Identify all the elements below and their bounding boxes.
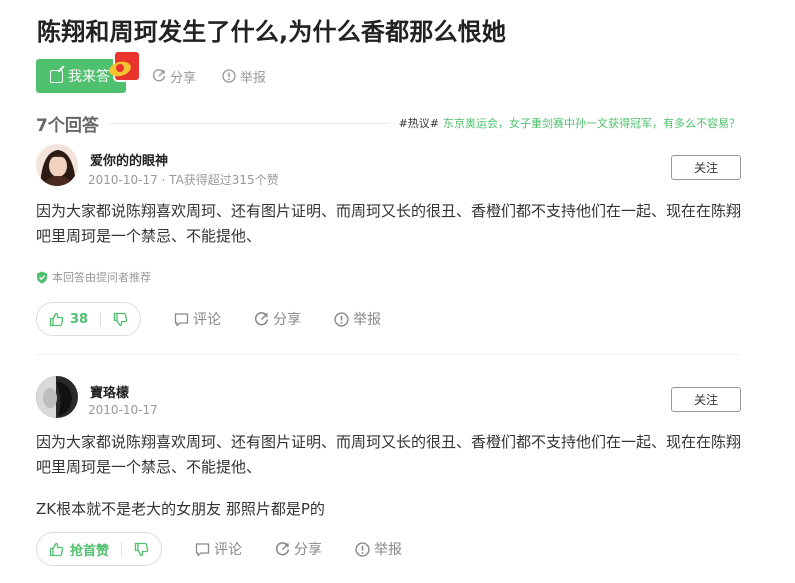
answer-button[interactable]: 我来答 [36,52,139,93]
share-button[interactable]: 分享 [254,309,301,329]
share-label: 分享 [294,542,323,558]
share-icon [255,311,269,325]
report-label: 举报 [374,542,403,558]
like-count: 38 [70,311,89,327]
username[interactable]: 寶珞檬 [90,382,129,401]
answer-meta: 2010-10-17 · TA获得超过315个赞 [88,173,279,187]
report-button[interactable]: 举报 [334,309,381,329]
recommend-badge: 本回答由提问者推荐 [36,269,151,285]
avatar[interactable] [36,144,78,186]
like-count: 抢首赞 [70,543,110,559]
follow-button[interactable]: 关注 [671,155,741,180]
upvote-button[interactable]: 38 [49,312,88,327]
report-icon [334,311,349,327]
answer-divider [36,354,740,355]
share-icon [275,541,290,555]
vote-group: 抢首赞 [36,532,163,566]
vote-divider [100,312,102,326]
share-button[interactable]: 分享 [275,539,322,559]
answers-header: 7个回答 #热议# 东京奥运会，女子重剑赛中孙一文获得冠军，有多么不容易？ [36,112,740,136]
avatar[interactable] [36,376,78,418]
answer-content: 因为大家都说陈翔喜欢周珂、还有图片证明、而周珂又长的很丑、香橙们都不支持他们在一… [36,433,742,476]
share-label: 分享 [170,70,197,86]
thumb-up-icon [49,312,64,326]
share-button[interactable]: 分享 [152,67,196,86]
answer-footer: 38 评论 分享 举报 [36,302,381,336]
hot-tag: #热议# [398,117,439,130]
page-title: 陈翔和周珂发生了什么,为什么香都那么恨她 [37,18,507,46]
vote-divider [121,542,123,556]
username[interactable]: 爱你的的眼神 [90,150,168,169]
follow-button[interactable]: 关注 [671,387,741,412]
share-icon [152,69,166,82]
edit-icon [50,69,63,83]
comment-button[interactable]: 评论 [195,539,242,559]
comment-label: 评论 [193,312,222,328]
share-label: 分享 [273,312,302,328]
report-button[interactable]: 举报 [355,539,402,559]
report-icon [222,69,236,83]
report-label: 举报 [353,312,382,328]
red-packet-icon [115,52,139,80]
header-divider [108,122,389,124]
report-button[interactable]: 举报 [222,67,266,86]
answer-meta: 2010-10-17 [88,403,158,417]
answer-button-label: 我来答 [68,69,110,85]
answer-extra-text: ZK根本就不是老大的女朋友 那照片都是P的 [36,500,325,518]
vote-group: 38 [36,302,142,336]
upvote-button[interactable]: 抢首赞 [49,540,109,559]
thumb-up-icon [49,542,64,556]
hot-topic-banner[interactable]: #热议# 东京奥运会，女子重剑赛中孙一文获得冠军，有多么不容易？ [399,115,740,131]
shield-check-icon [37,271,47,283]
thumb-down-icon[interactable] [113,312,128,327]
question-action-bar: 我来答 分享 举报 [36,52,266,93]
comment-icon [174,312,189,326]
report-label: 举报 [240,70,267,86]
thumb-down-icon[interactable] [134,542,149,557]
comment-label: 评论 [214,542,243,558]
recommend-text: 本回答由提问者推荐 [52,271,151,284]
answers-count: 7个回答 [36,115,99,136]
report-icon [355,541,370,557]
answer-footer: 抢首赞 评论 分享 举报 [36,532,402,566]
answer-content: 因为大家都说陈翔喜欢周珂、还有图片证明、而周珂又长的很丑、香橙们都不支持他们在一… [36,202,742,245]
comment-icon [195,542,210,556]
hot-topic-link[interactable]: 东京奥运会，女子重剑赛中孙一文获得冠军，有多么不容易？ [443,117,740,130]
comment-button[interactable]: 评论 [174,309,221,329]
